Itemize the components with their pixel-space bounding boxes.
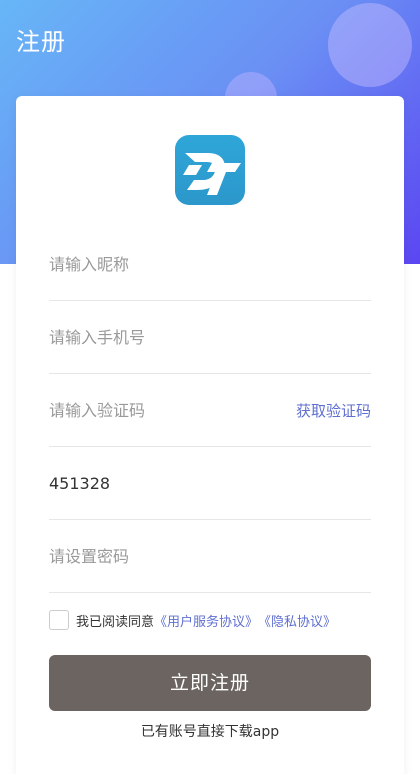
- user-service-agreement-link[interactable]: 《用户服务协议》: [154, 611, 258, 630]
- password-field[interactable]: 请设置密码: [49, 521, 371, 593]
- app-logo-icon: [175, 135, 245, 205]
- nickname-input[interactable]: 请输入昵称: [49, 229, 129, 301]
- password-input[interactable]: 请设置密码: [49, 521, 129, 593]
- get-code-button[interactable]: 获取验证码: [296, 375, 371, 447]
- image-code-field[interactable]: 451328: [49, 448, 371, 520]
- agreement-checkbox[interactable]: [49, 610, 69, 630]
- nickname-field[interactable]: 请输入昵称: [49, 229, 371, 301]
- agreement-row: 我已阅读同意 《用户服务协议》 《隐私协议》: [49, 608, 336, 632]
- download-app-link[interactable]: 已有账号直接下载app: [16, 722, 404, 742]
- logo-mark: [183, 153, 241, 195]
- register-page: 注册 请输入昵称 请输入手机号 请输入验证码 获取验证码 451328 请设置密…: [0, 0, 420, 774]
- page-title: 注册: [16, 28, 66, 56]
- decor-circle-large: [328, 3, 412, 87]
- phone-field[interactable]: 请输入手机号: [49, 302, 371, 374]
- image-code-input[interactable]: 451328: [49, 448, 110, 520]
- register-card: 请输入昵称 请输入手机号 请输入验证码 获取验证码 451328 请设置密码 我…: [16, 96, 404, 774]
- phone-input[interactable]: 请输入手机号: [49, 302, 145, 374]
- verification-code-input[interactable]: 请输入验证码: [49, 375, 145, 447]
- verification-code-field[interactable]: 请输入验证码 获取验证码: [49, 375, 371, 447]
- agreement-prefix: 我已阅读同意: [76, 614, 155, 630]
- register-button[interactable]: 立即注册: [49, 655, 371, 711]
- privacy-agreement-link[interactable]: 《隐私协议》: [258, 611, 336, 630]
